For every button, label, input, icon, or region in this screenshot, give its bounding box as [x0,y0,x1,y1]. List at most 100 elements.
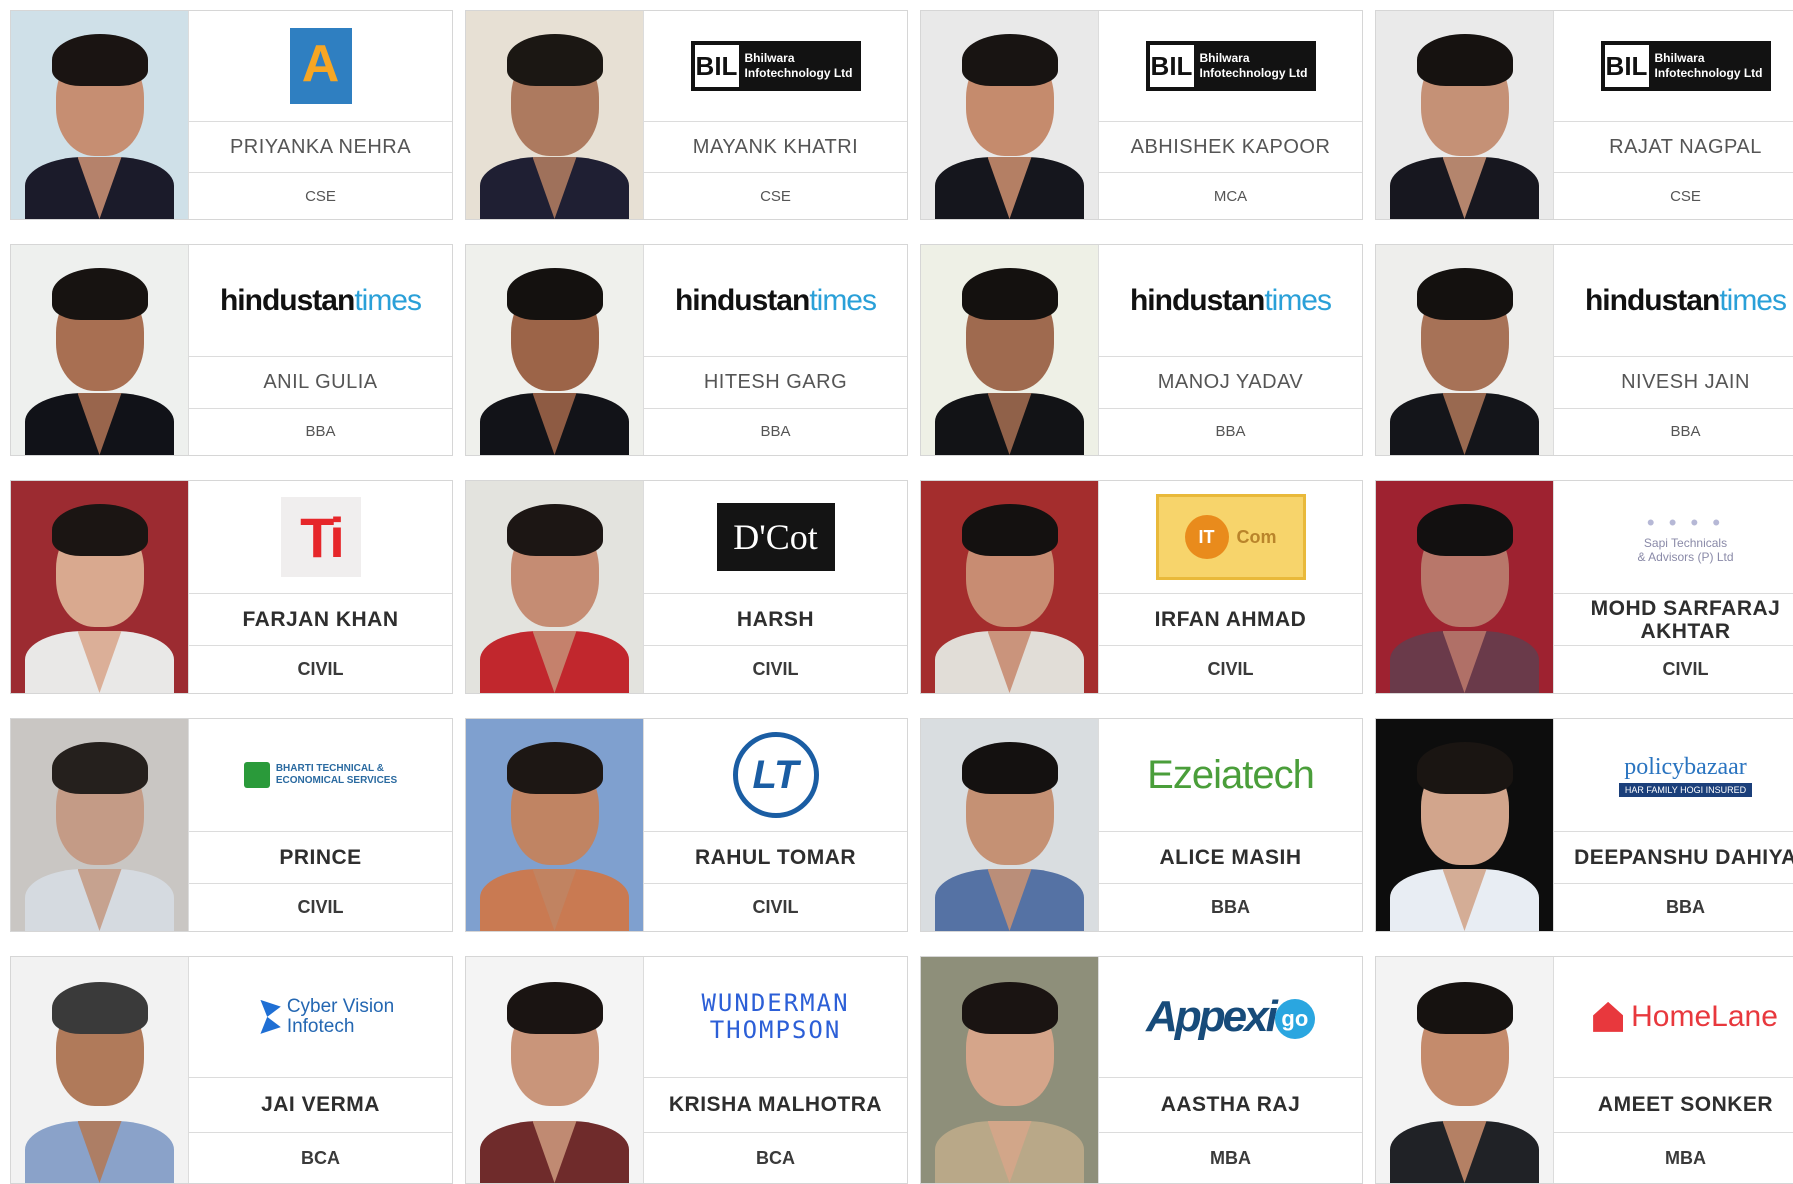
student-photo [1376,245,1553,455]
portrait-hair [506,742,603,795]
student-department: CSE [760,187,791,205]
card-info: A PRIYANKA NEHRA CSE [188,11,452,219]
student-department: CSE [305,187,336,205]
card-info: • • • • Sapi Technicals & Advisors (P) Ltd… [1553,481,1793,693]
student-name: ABHISHEK KAPOOR [1099,122,1362,174]
company-logo: D'Cot [644,481,907,595]
portrait [921,11,1098,219]
company-logo: hindustantimes [1554,245,1793,358]
student-name: IRFAN AHMAD [1099,594,1362,647]
card-info: BHARTI TECHNICAL & ECONOMICAL SERVICES PRI… [188,719,452,931]
placement-card: • • • • Sapi Technicals & Advisors (P) Ltd… [1375,480,1793,694]
student-name: FARJAN KHAN [189,594,452,647]
student-name: MAYANK KHATRI [644,122,907,174]
ht-part1: hindustan [674,283,810,317]
bharti-technical-logo: BHARTI TECHNICAL & ECONOMICAL SERVICES [243,762,398,789]
portrait [466,11,643,219]
ht-part1: hindustan [1584,283,1720,317]
portrait [1376,11,1553,219]
placement-card: BIL Bhilwara Infotechnology Ltd MAYANK KHAT… [465,10,908,220]
student-name: AMEET SONKER [1554,1078,1793,1133]
student-department: BBA [1670,423,1701,441]
homelane-text: HomeLane [1631,999,1778,1033]
student-photo [11,245,188,455]
placement-card: policybazaar HAR FAMILY HOGI INSURED DEEPA… [1375,718,1793,932]
card-info: BIL Bhilwara Infotechnology Ltd MAYANK KHAT… [643,11,907,219]
cyber-vision-mark-icon [260,999,281,1034]
portrait [1376,957,1553,1183]
cv-line2: Infotech [286,1015,355,1037]
portrait-hair [51,981,148,1034]
student-name: PRINCE [189,832,452,885]
hindustan-times-logo: hindustantimes [1130,283,1332,318]
card-info: Ti FARJAN KHAN CIVIL [188,481,452,693]
ht-part2: times [809,283,877,317]
portrait-hair [506,268,603,321]
appexigo-text: Appexi [1146,991,1278,1041]
ht-part2: times [1264,283,1332,317]
sapi-dots-icon: • • • • [1646,509,1725,535]
placement-card: hindustantimes NIVESH JAIN BBA [1375,244,1793,456]
student-department: CIVIL [752,659,799,680]
student-department: BCA [756,1147,795,1168]
ti-logo: Ti [280,497,361,578]
portrait [1376,481,1553,693]
placement-card: Ezeiatech ALICE MASIH BBA [920,718,1363,932]
appexigo-logo: Appexi go [1146,992,1315,1042]
placement-card: Cyber Vision Infotech JAI VERMA BCA [10,956,453,1184]
portrait [11,719,188,931]
student-department: CIVIL [297,659,344,680]
itcom-text: Com [1236,526,1277,547]
portrait [466,481,643,693]
placement-card: BIL Bhilwara Infotechnology Ltd RAJAT NAGPA… [1375,10,1793,220]
bil-line2: Infotechnology Ltd [1654,66,1763,81]
student-department: CIVIL [1207,659,1254,680]
student-photo [1376,481,1553,693]
student-department: BCA [301,1147,340,1168]
student-name: DEEPANSHU DAHIYA [1554,832,1793,885]
student-photo [466,11,643,219]
student-department: BBA [305,423,336,441]
card-info: IT Com IRFAN AHMAD CIVIL [1098,481,1362,693]
student-department: CIVIL [297,897,344,918]
company-logo: WUNDERMAN THOMPSON [644,957,907,1078]
placement-card: hindustantimes MANOJ YADAV BBA [920,244,1363,456]
student-photo [1376,957,1553,1183]
dcot-logo: D'Cot [716,503,835,572]
portrait-hair [51,504,148,557]
student-department: CSE [1670,187,1701,205]
portrait-hair [1416,504,1513,557]
a-star-logo: A [289,28,352,105]
company-logo: • • • • Sapi Technicals & Advisors (P) Ltd [1554,481,1793,595]
company-logo: BIL Bhilwara Infotechnology Ltd [1099,11,1362,123]
student-photo [1376,11,1553,219]
sapi-line1: Sapi Technicals [1643,535,1728,550]
company-logo: Cyber Vision Infotech [189,957,452,1078]
student-photo [11,481,188,693]
placement-card: HomeLane AMEET SONKER MBA [1375,956,1793,1184]
student-department: MBA [1665,1147,1706,1168]
larsen-toubro-logo: LT [732,732,819,819]
company-logo: Ezeiatech [1099,719,1362,833]
ezeiatech-logo: Ezeiatech [1147,752,1315,797]
placement-grid: A PRIYANKA NEHRA CSE BIL Bhilwara Infotechnol… [10,10,1793,1184]
portrait [921,719,1098,931]
company-logo: policybazaar HAR FAMILY HOGI INSURED [1554,719,1793,833]
bil-mark: BIL [1149,45,1194,88]
student-name: ANIL GULIA [189,357,452,409]
student-photo [466,245,643,455]
itcom-logo: IT Com [1155,494,1306,581]
company-logo: A [189,11,452,123]
portrait-hair [506,504,603,557]
company-logo: hindustantimes [189,245,452,358]
card-info: LT RAHUL TOMAR CIVIL [643,719,907,931]
policybazaar-logo: policybazaar HAR FAMILY HOGI INSURED [1618,754,1753,797]
bil-line2: Infotechnology Ltd [744,66,853,81]
student-name: PRIYANKA NEHRA [189,122,452,174]
student-photo [921,11,1098,219]
student-name: MOHD SARFARAJ AKHTAR [1554,594,1793,647]
student-photo [466,957,643,1183]
ht-part2: times [354,283,422,317]
student-photo [921,719,1098,931]
bharti-line2: ECONOMICAL SERVICES [275,775,398,787]
